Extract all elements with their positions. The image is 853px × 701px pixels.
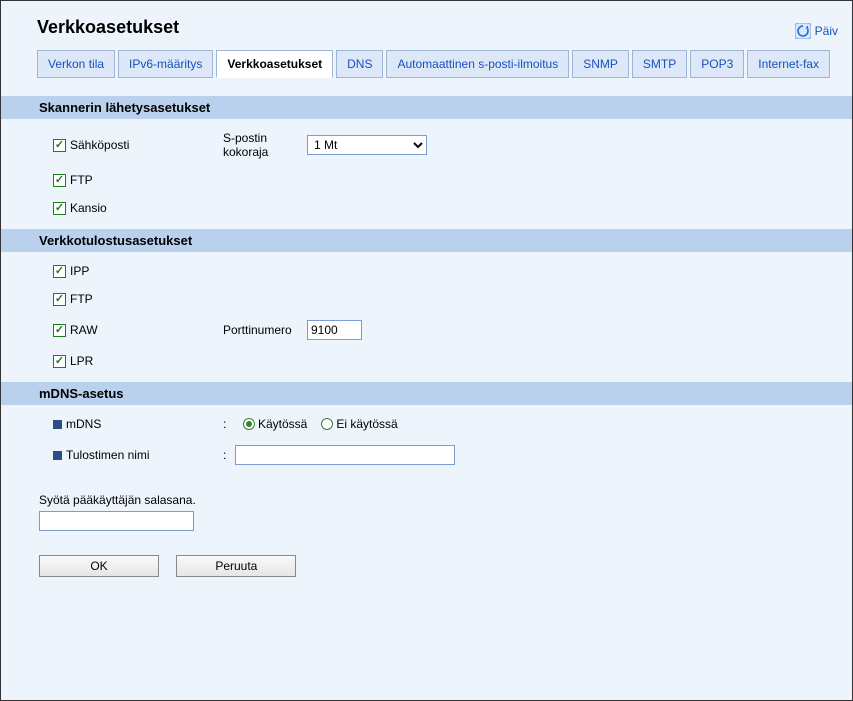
printer-name-marker-icon bbox=[53, 451, 62, 460]
mdns-colon: : bbox=[223, 417, 235, 431]
scanner-ftp-label: FTP bbox=[70, 173, 93, 187]
size-limit-label: S-postin kokoraja bbox=[223, 131, 307, 159]
tab-verkon-tila[interactable]: Verkon tila bbox=[37, 50, 115, 78]
folder-label: Kansio bbox=[70, 201, 107, 215]
password-prompt: Syötä pääkäyttäjän salasana. bbox=[39, 493, 852, 507]
tab-dns[interactable]: DNS bbox=[336, 50, 383, 78]
printer-name-input[interactable] bbox=[235, 445, 455, 465]
tab-pop3[interactable]: POP3 bbox=[690, 50, 744, 78]
header: Verkkoasetukset Päiv bbox=[1, 1, 852, 50]
ipp-label: IPP bbox=[70, 264, 89, 278]
cancel-button[interactable]: Peruuta bbox=[176, 555, 296, 577]
refresh-icon bbox=[795, 23, 811, 39]
tabs: Verkon tila IPv6-määritys Verkkoasetukse… bbox=[1, 50, 852, 78]
section-scanner-title: Skannerin lähetysasetukset bbox=[1, 96, 852, 119]
section-mdns-title: mDNS-asetus bbox=[1, 382, 852, 405]
footer: Syötä pääkäyttäjän salasana. OK Peruuta bbox=[1, 479, 852, 591]
mdns-off-label: Ei käytössä bbox=[336, 417, 397, 431]
lpr-checkbox[interactable]: ✓ bbox=[53, 355, 66, 368]
scanner-ftp-checkbox[interactable]: ✓ bbox=[53, 174, 66, 187]
port-label: Porttinumero bbox=[223, 323, 307, 337]
tab-sposti-ilmoitus[interactable]: Automaattinen s-posti-ilmoitus bbox=[386, 50, 569, 78]
port-input[interactable] bbox=[307, 320, 362, 340]
email-label: Sähköposti bbox=[70, 138, 129, 152]
section-mdns: mDNS : Käytössä Ei käytössä Tulostimen n… bbox=[1, 405, 852, 479]
section-netprint-title: Verkkotulostusasetukset bbox=[1, 229, 852, 252]
email-checkbox[interactable]: ✓ bbox=[53, 139, 66, 152]
refresh-button[interactable]: Päiv bbox=[795, 23, 838, 39]
printer-name-label: Tulostimen nimi bbox=[66, 448, 150, 462]
mdns-off-radio[interactable] bbox=[321, 418, 333, 430]
section-scanner: ✓ Sähköposti S-postin kokoraja 1 Mt ✓ FT… bbox=[1, 119, 852, 229]
netprint-ftp-checkbox[interactable]: ✓ bbox=[53, 293, 66, 306]
ok-button[interactable]: OK bbox=[39, 555, 159, 577]
tab-snmp[interactable]: SNMP bbox=[572, 50, 629, 78]
printer-name-colon: : bbox=[223, 448, 235, 462]
tab-internet-fax[interactable]: Internet-fax bbox=[747, 50, 830, 78]
refresh-label: Päiv bbox=[815, 24, 838, 38]
size-limit-select[interactable]: 1 Mt bbox=[307, 135, 427, 155]
admin-password-input[interactable] bbox=[39, 511, 194, 531]
mdns-label: mDNS bbox=[66, 417, 101, 431]
section-netprint: ✓ IPP ✓ FTP ✓ RAW Porttinumero ✓ LPR bbox=[1, 252, 852, 382]
page-title: Verkkoasetukset bbox=[37, 11, 179, 50]
tab-smtp[interactable]: SMTP bbox=[632, 50, 687, 78]
lpr-label: LPR bbox=[70, 354, 93, 368]
tab-verkkoasetukset[interactable]: Verkkoasetukset bbox=[216, 50, 333, 78]
window: Verkkoasetukset Päiv Verkon tila IPv6-mä… bbox=[0, 0, 853, 701]
raw-label: RAW bbox=[70, 323, 98, 337]
tab-ipv6[interactable]: IPv6-määritys bbox=[118, 50, 213, 78]
mdns-on-radio[interactable] bbox=[243, 418, 255, 430]
mdns-on-label: Käytössä bbox=[258, 417, 307, 431]
raw-checkbox[interactable]: ✓ bbox=[53, 324, 66, 337]
netprint-ftp-label: FTP bbox=[70, 292, 93, 306]
folder-checkbox[interactable]: ✓ bbox=[53, 202, 66, 215]
mdns-marker-icon bbox=[53, 420, 62, 429]
ipp-checkbox[interactable]: ✓ bbox=[53, 265, 66, 278]
